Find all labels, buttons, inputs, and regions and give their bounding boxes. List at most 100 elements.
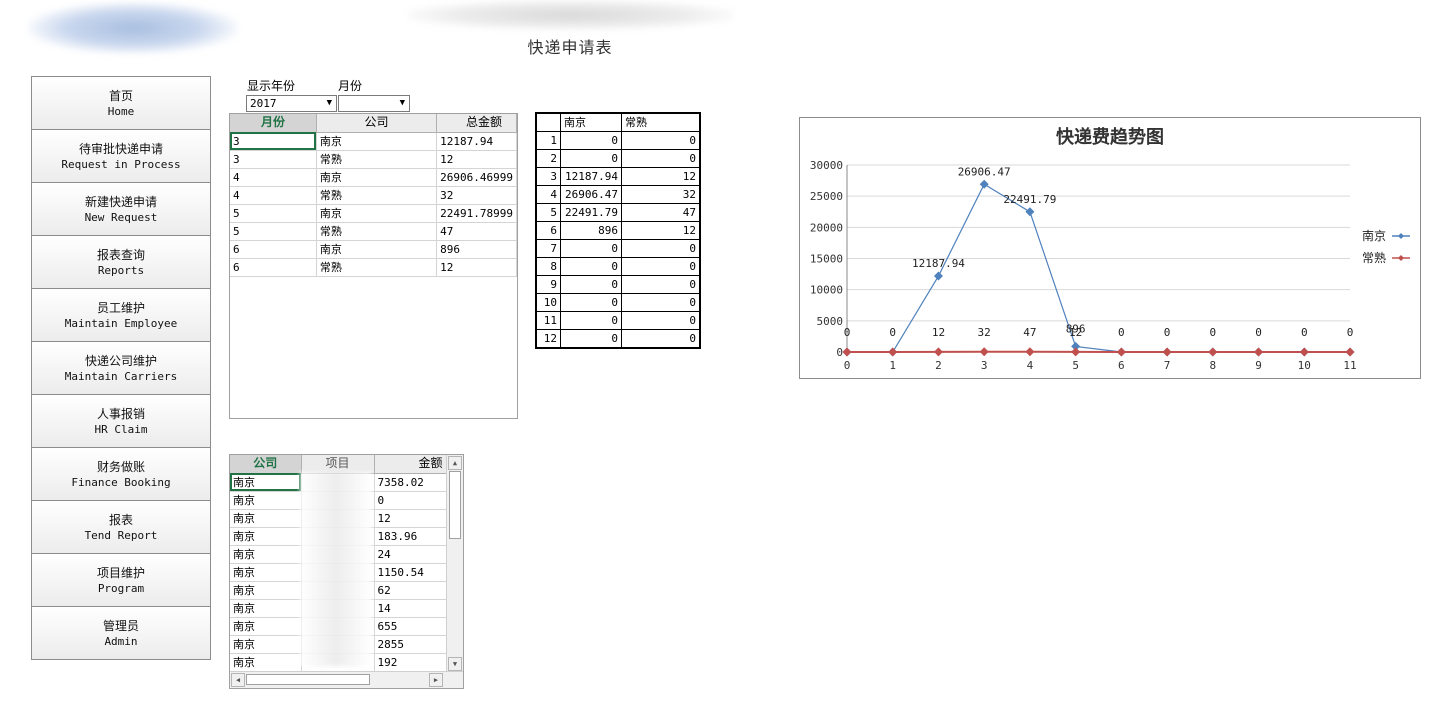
horizontal-scrollbar[interactable]: ◀ ▶ [230, 671, 463, 688]
table-cell[interactable]: 南京 [230, 563, 302, 582]
table-cell[interactable]: 5 [230, 204, 317, 223]
table-cell[interactable]: 常熟 [316, 222, 438, 241]
table-cell[interactable]: 常熟 [316, 186, 438, 205]
column-header-total[interactable]: 总金额 [436, 114, 517, 133]
table-cell[interactable]: 26906.46999 [436, 168, 517, 187]
table-row[interactable]: 4 南京 26906.46999 [230, 168, 517, 187]
table-row[interactable]: 6 常熟 12 [230, 258, 517, 277]
table-cell[interactable]: 183.96 [374, 527, 447, 546]
nav-button-hr-claim[interactable]: 人事报销 HR Claim [31, 394, 211, 448]
table-cell[interactable]: 192 [374, 653, 447, 672]
table-cell[interactable]: 7358.02 [374, 473, 447, 492]
table-cell[interactable]: 5 [230, 222, 317, 241]
table-cell[interactable]: 3 [230, 150, 317, 169]
table-cell[interactable]: 12 [436, 150, 517, 169]
table-cell[interactable]: 南京 [230, 599, 302, 618]
x-tick-label: 5 [1072, 359, 1079, 372]
table-cell[interactable]: 南京 [230, 635, 302, 654]
scrollbar-thumb[interactable] [449, 471, 461, 539]
table-cell[interactable]: 南京 [230, 581, 302, 600]
nav-button-label-en: Program [97, 582, 145, 595]
table-cell[interactable]: 14 [374, 599, 447, 618]
column-header-company[interactable]: 公司 [230, 455, 302, 474]
table-cell[interactable]: 常熟 [316, 150, 438, 169]
nav-button-request-in-process[interactable]: 待审批快递申请 Request in Process [31, 129, 211, 183]
vertical-scrollbar[interactable]: ▲ ▼ [446, 455, 463, 672]
data-label: 0 [844, 326, 851, 339]
nav-button-finance-booking[interactable]: 财务做账 Finance Booking [31, 447, 211, 501]
x-tick-label: 8 [1210, 359, 1217, 372]
table-row[interactable]: 5 常熟 47 [230, 222, 517, 241]
summary-grid[interactable]: 月份 公司 总金额 3 南京 12187.94 3 常熟 12 4 南京 26906.46999… [229, 113, 518, 419]
table-row[interactable]: 3 南京 12187.94 [230, 132, 517, 151]
table-cell[interactable]: 1150.54 [374, 563, 447, 582]
scroll-up-icon[interactable]: ▲ [448, 456, 462, 470]
table-cell[interactable]: 12 [374, 509, 447, 528]
trend-chart: 快递费趋势图 0 5000 10000 15000 20000 25000 30000 0 1 2 3… [799, 117, 1421, 379]
table-cell[interactable]: 3 [230, 132, 317, 151]
table-cell[interactable]: 常熟 [316, 258, 438, 277]
nav-button-label-zh: 报表查询 [96, 248, 145, 262]
scroll-left-icon[interactable]: ◀ [231, 673, 245, 687]
nav-button-admin[interactable]: 管理员 Admin [31, 606, 211, 660]
table-cell[interactable]: 南京 [316, 168, 438, 187]
year-label: 显示年份 [247, 79, 296, 93]
data-label: 0 [889, 326, 896, 339]
column-header-item[interactable]: 项目 [301, 455, 375, 474]
table-cell[interactable]: 62 [374, 581, 447, 600]
year-select[interactable]: 2017 ▼ [246, 95, 337, 112]
table-row[interactable]: 5 南京 22491.78999 [230, 204, 517, 223]
table-cell[interactable]: 4 [230, 168, 317, 187]
table-cell[interactable]: 南京 [230, 545, 302, 564]
y-tick-label: 15000 [810, 253, 843, 266]
table-cell[interactable]: 24 [374, 545, 447, 564]
y-tick-label: 20000 [810, 221, 843, 234]
table-cell: 12187.94 [560, 167, 622, 186]
table-cell[interactable]: 2855 [374, 635, 447, 654]
scroll-down-icon[interactable]: ▼ [448, 657, 462, 671]
table-cell[interactable]: 12187.94 [436, 132, 517, 151]
table-cell[interactable]: 32 [436, 186, 517, 205]
table-cell[interactable]: 4 [230, 186, 317, 205]
table-cell[interactable]: 655 [374, 617, 447, 636]
table-row[interactable]: 6 南京 896 [230, 240, 517, 259]
table-cell[interactable]: 南京 [230, 617, 302, 636]
table-cell[interactable]: 南京 [230, 653, 302, 672]
column-header-company[interactable]: 公司 [316, 114, 438, 133]
nav-button-label-zh: 项目维护 [96, 566, 145, 580]
table-cell[interactable]: 47 [436, 222, 517, 241]
table-cell[interactable]: 6 [230, 240, 317, 259]
nav-button-tend-report[interactable]: 报表 Tend Report [31, 500, 211, 554]
table-row[interactable]: 3 常熟 12 [230, 150, 517, 169]
table-cell[interactable]: 南京 [230, 473, 302, 492]
scrollbar-thumb[interactable] [246, 674, 370, 685]
nav-button-maintain-carriers[interactable]: 快递公司维护 Maintain Carriers [31, 341, 211, 395]
column-header-month[interactable]: 月份 [230, 114, 317, 133]
nav-button-reports[interactable]: 报表查询 Reports [31, 235, 211, 289]
nav-button-new-request[interactable]: 新建快递申请 New Request [31, 182, 211, 236]
month-label: 月份 [338, 79, 363, 93]
month-table-header-changshu: 常熟 [621, 113, 700, 132]
table-cell[interactable]: 896 [436, 240, 517, 259]
nav-button-home[interactable]: 首页 Home [31, 76, 211, 130]
table-cell[interactable]: 南京 [230, 527, 302, 546]
table-cell: 0 [621, 149, 700, 168]
table-row[interactable]: 4 常熟 32 [230, 186, 517, 205]
table-cell[interactable]: 南京 [230, 509, 302, 528]
table-cell[interactable]: 南京 [316, 240, 438, 259]
nav-button-program[interactable]: 项目维护 Program [31, 553, 211, 607]
table-cell[interactable]: 南京 [316, 132, 438, 151]
column-header-amount[interactable]: 金额 [374, 455, 447, 474]
scroll-right-icon[interactable]: ▶ [429, 673, 443, 687]
table-cell[interactable]: 南京 [316, 204, 438, 223]
table-cell[interactable]: 6 [230, 258, 317, 277]
table-cell[interactable]: 12 [436, 258, 517, 277]
nav-button-maintain-employee[interactable]: 员工维护 Maintain Employee [31, 288, 211, 342]
month-select[interactable]: ▼ [338, 95, 410, 112]
month-table: 南京 常熟 1 0 0 2 0 0 3 12187.94 12 4 26906.47 32 5 22491… [535, 112, 701, 349]
table-cell[interactable]: 南京 [230, 491, 302, 510]
table-cell[interactable]: 22491.78999 [436, 204, 517, 223]
table-cell: 6 [536, 221, 561, 240]
x-tick-label: 6 [1118, 359, 1125, 372]
table-cell[interactable]: 0 [374, 491, 447, 510]
